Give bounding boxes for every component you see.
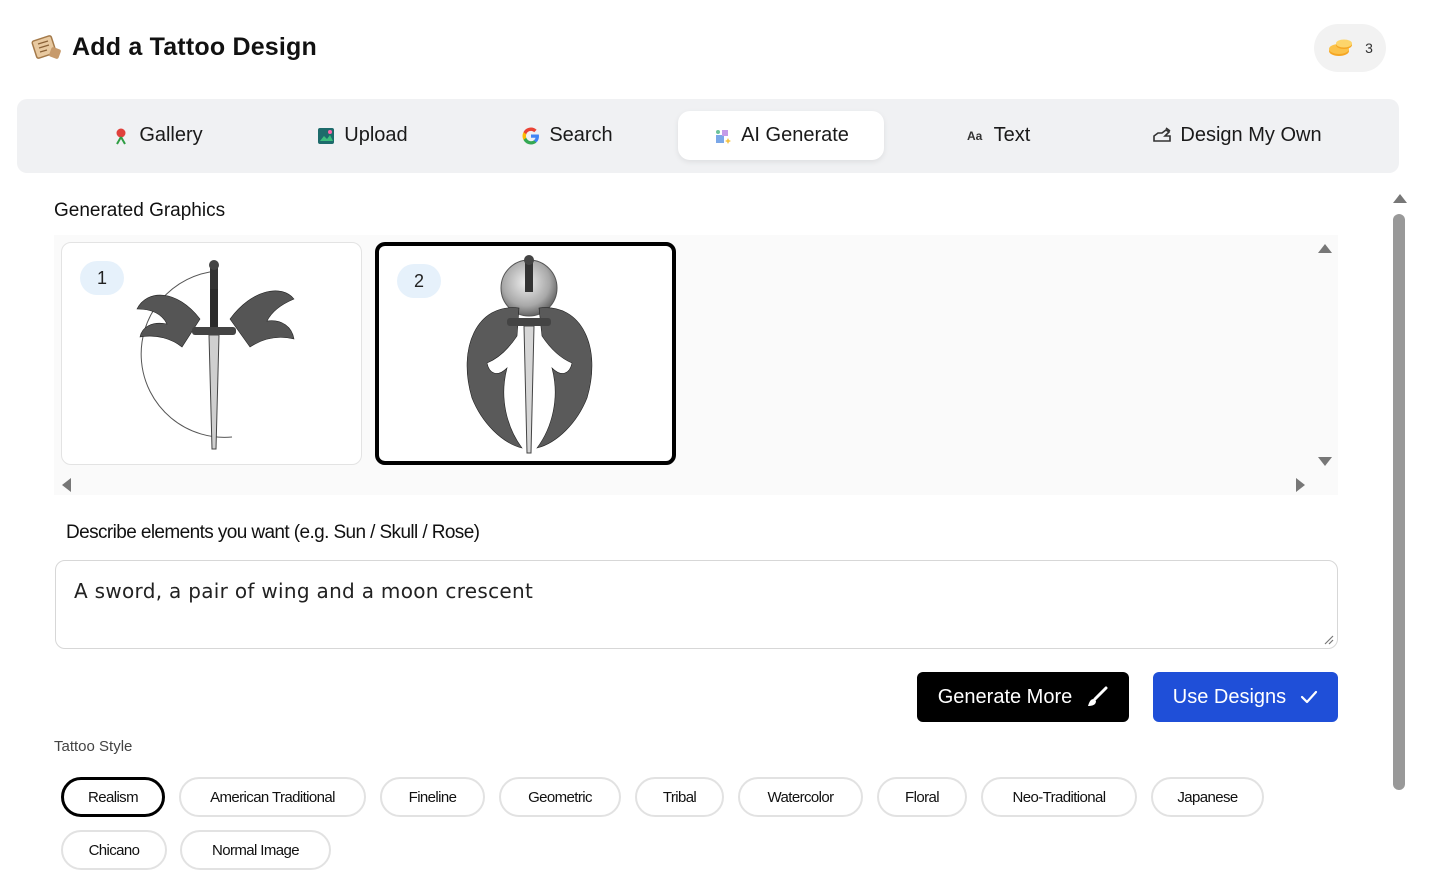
tab-label: Search [549,124,613,146]
credits-count: 3 [1365,40,1373,56]
tab-design-my-own[interactable]: Design My Own [1127,111,1347,160]
tab-label: Upload [344,124,408,146]
gallery-scroll-up-icon[interactable] [1318,244,1332,253]
generate-more-label: Generate More [937,685,1073,708]
tattoo-sword-wings-moon-image [136,260,295,450]
ai-sparkle-icon [713,126,733,146]
use-designs-button[interactable]: Use Designs [1153,672,1338,722]
upload-image-icon [316,126,336,146]
prompt-textarea[interactable]: A sword, a pair of wing and a moon cresc… [55,560,1338,649]
generated-gallery: 1 2 [54,235,1338,495]
title-group: Add a Tattoo Design [30,30,317,64]
style-chip-realism[interactable]: Realism [61,777,165,817]
style-chip-normal-image[interactable]: Normal Image [180,830,331,870]
hand-draw-icon [1152,126,1172,146]
font-aa-icon: Aa [966,128,983,143]
style-chip-japanese[interactable]: Japanese [1151,777,1264,817]
gallery-scroll-down-icon[interactable] [1318,457,1332,466]
tab-text[interactable]: Aa Text [897,111,1097,160]
page-scrollbar[interactable] [1390,190,1410,887]
style-chip-american-traditional[interactable]: American Traditional [179,777,366,817]
source-tabs: Gallery Upload Search AI Generate Aa Tex… [17,99,1399,173]
style-chip-chicano[interactable]: Chicano [61,830,167,870]
tab-upload[interactable]: Upload [262,111,462,160]
tab-gallery[interactable]: Gallery [57,111,257,160]
tab-label: Gallery [139,124,203,146]
style-chip-neo-traditional[interactable]: Neo-Traditional [981,777,1137,817]
scroll-up-arrow-icon[interactable] [1393,194,1407,203]
tattoo-style-heading: Tattoo Style [54,738,133,755]
tab-label: Design My Own [1180,124,1322,146]
resize-grip-icon[interactable] [1322,633,1334,645]
generate-more-button[interactable]: Generate More [917,672,1129,722]
style-chip-fineline[interactable]: Fineline [380,777,485,817]
pin-icon [111,126,131,146]
tattoo-sword-wings-full-moon-image [466,255,593,454]
tab-label: AI Generate [741,124,849,146]
card-number-badge: 1 [80,261,124,295]
style-chip-floral[interactable]: Floral [877,777,967,817]
scrollbar-thumb[interactable] [1393,214,1405,790]
generated-card-2[interactable]: 2 [375,242,676,465]
coins-icon [1329,39,1353,56]
card-number-badge: 2 [397,264,441,298]
paintbrush-icon [1088,686,1108,706]
gallery-scroll-left-icon[interactable] [62,478,71,492]
gallery-scroll-right-icon[interactable] [1296,478,1305,492]
style-chip-tribal[interactable]: Tribal [635,777,724,817]
header: Add a Tattoo Design 3 [0,0,1430,98]
google-g-icon [521,126,541,146]
scroll-map-icon [31,35,61,59]
credits-badge[interactable]: 3 [1314,24,1386,72]
generated-card-1[interactable]: 1 [61,242,362,465]
checkmark-icon [1301,690,1318,704]
style-chip-geometric[interactable]: Geometric [499,777,621,817]
page-title: Add a Tattoo Design [72,32,317,61]
tab-search[interactable]: Search [467,111,667,160]
tab-ai-generate[interactable]: AI Generate [678,111,884,160]
tab-label: Text [993,124,1031,146]
use-designs-label: Use Designs [1172,685,1287,708]
style-chip-watercolor[interactable]: Watercolor [738,777,863,817]
generated-graphics-heading: Generated Graphics [54,200,226,221]
prompt-label: Describe elements you want (e.g. Sun / S… [66,522,480,543]
